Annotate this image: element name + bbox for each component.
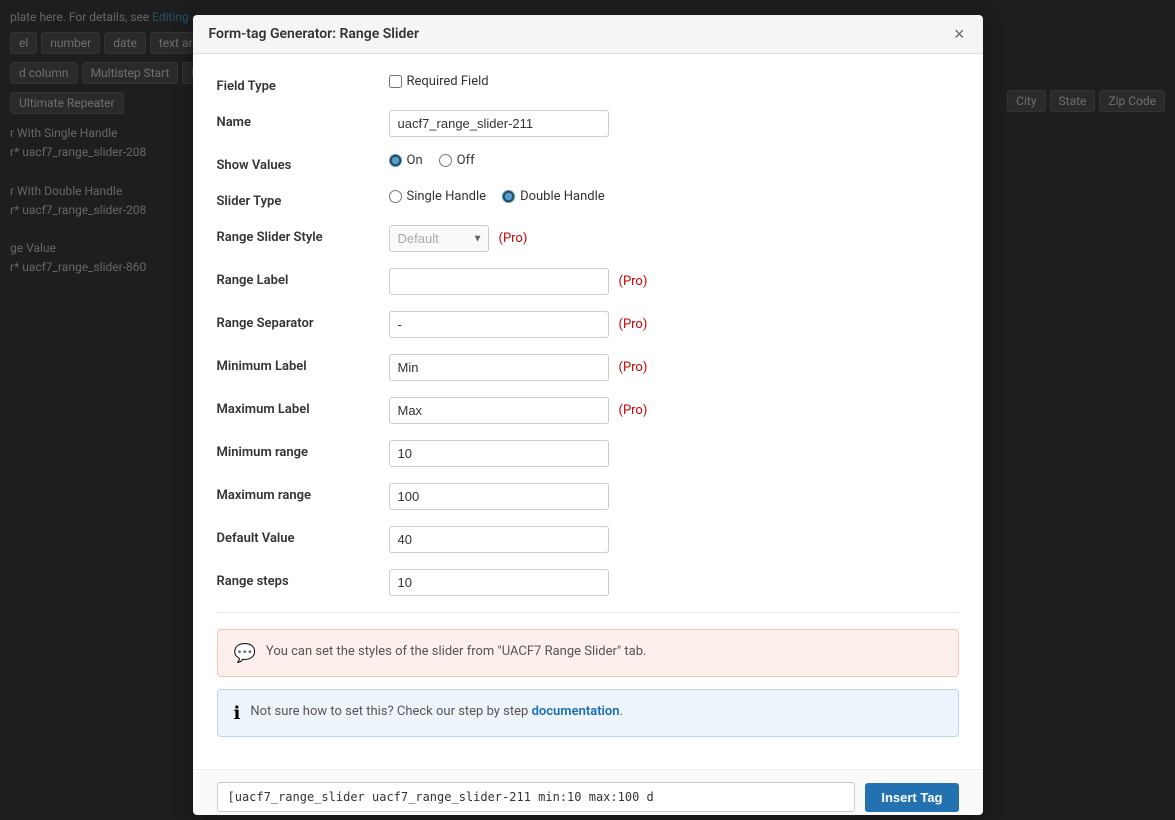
range-steps-control bbox=[389, 569, 959, 596]
range-separator-label: Range Separator bbox=[217, 311, 377, 331]
range-separator-row: Range Separator (Pro) bbox=[217, 311, 959, 338]
modal-footer: Insert Tag bbox=[193, 769, 983, 815]
style-select-wrapper: Default ▼ bbox=[389, 225, 489, 252]
show-values-on[interactable]: On bbox=[389, 153, 423, 168]
range-slider-style-row: Range Slider Style Default ▼ (Pro) bbox=[217, 225, 959, 252]
blue-info-text: Not sure how to set this? Check our step… bbox=[250, 702, 623, 722]
slider-type-row: Slider Type Single Handle Double Handle bbox=[217, 189, 959, 209]
default-value-control bbox=[389, 526, 959, 553]
name-label: Name bbox=[217, 110, 377, 130]
name-input[interactable] bbox=[389, 110, 609, 137]
modal-body: Field Type Required Field Name Show Valu… bbox=[193, 54, 983, 769]
show-values-off-label: Off bbox=[457, 153, 475, 168]
range-separator-input[interactable] bbox=[389, 311, 609, 338]
range-separator-control: (Pro) bbox=[389, 311, 959, 338]
minimum-label-pro-link[interactable]: (Pro) bbox=[619, 360, 648, 375]
range-label-input[interactable] bbox=[389, 268, 609, 295]
double-handle-radio[interactable] bbox=[502, 190, 515, 203]
double-handle-option[interactable]: Double Handle bbox=[502, 189, 605, 204]
show-values-control: On Off bbox=[389, 153, 959, 168]
slider-type-control: Single Handle Double Handle bbox=[389, 189, 959, 204]
show-values-on-radio[interactable] bbox=[389, 154, 402, 167]
maximum-range-control bbox=[389, 483, 959, 510]
close-button[interactable]: × bbox=[952, 25, 967, 43]
maximum-range-input[interactable] bbox=[389, 483, 609, 510]
chat-icon: 💬 bbox=[234, 643, 256, 664]
show-values-off-radio[interactable] bbox=[439, 154, 452, 167]
show-values-label: Show Values bbox=[217, 153, 377, 173]
slider-type-radio-group: Single Handle Double Handle bbox=[389, 189, 605, 204]
maximum-label-row: Maximum Label (Pro) bbox=[217, 397, 959, 424]
minimum-label-row: Minimum Label (Pro) bbox=[217, 354, 959, 381]
show-values-off[interactable]: Off bbox=[439, 153, 475, 168]
default-value-input[interactable] bbox=[389, 526, 609, 553]
show-values-on-label: On bbox=[407, 153, 423, 168]
range-label-label: Range Label bbox=[217, 268, 377, 288]
field-type-label: Field Type bbox=[217, 74, 377, 94]
range-steps-label: Range steps bbox=[217, 569, 377, 589]
modal-dialog: Form-tag Generator: Range Slider × Field… bbox=[193, 15, 983, 815]
range-label-pro-link[interactable]: (Pro) bbox=[619, 274, 648, 289]
default-value-label: Default Value bbox=[217, 526, 377, 546]
tag-output-input[interactable] bbox=[217, 782, 856, 812]
required-field-checkbox[interactable]: Required Field bbox=[389, 74, 489, 89]
maximum-range-row: Maximum range bbox=[217, 483, 959, 510]
range-steps-input[interactable] bbox=[389, 569, 609, 596]
maximum-label-pro-link[interactable]: (Pro) bbox=[619, 403, 648, 418]
single-handle-label: Single Handle bbox=[407, 189, 487, 204]
range-slider-style-label: Range Slider Style bbox=[217, 225, 377, 245]
documentation-link[interactable]: documentation bbox=[532, 704, 620, 719]
minimum-label-control: (Pro) bbox=[389, 354, 959, 381]
minimum-range-row: Minimum range bbox=[217, 440, 959, 467]
pink-info-text: You can set the styles of the slider fro… bbox=[266, 642, 647, 662]
range-label-row: Range Label (Pro) bbox=[217, 268, 959, 295]
minimum-range-label: Minimum range bbox=[217, 440, 377, 460]
blue-info-box: ℹ Not sure how to set this? Check our st… bbox=[217, 689, 959, 737]
maximum-label-label: Maximum Label bbox=[217, 397, 377, 417]
required-field-label: Required Field bbox=[407, 74, 489, 89]
field-type-control: Required Field bbox=[389, 74, 959, 89]
minimum-range-input[interactable] bbox=[389, 440, 609, 467]
minimum-label-input[interactable] bbox=[389, 354, 609, 381]
style-pro-link[interactable]: (Pro) bbox=[499, 231, 528, 246]
style-select[interactable]: Default bbox=[389, 225, 489, 252]
divider bbox=[217, 612, 959, 613]
minimum-label-label: Minimum Label bbox=[217, 354, 377, 374]
double-handle-label: Double Handle bbox=[520, 189, 605, 204]
range-label-control: (Pro) bbox=[389, 268, 959, 295]
default-value-row: Default Value bbox=[217, 526, 959, 553]
range-steps-row: Range steps bbox=[217, 569, 959, 596]
show-values-radio-group: On Off bbox=[389, 153, 475, 168]
range-separator-pro-link[interactable]: (Pro) bbox=[619, 317, 648, 332]
slider-type-label: Slider Type bbox=[217, 189, 377, 209]
range-slider-style-control: Default ▼ (Pro) bbox=[389, 225, 959, 252]
insert-tag-button[interactable]: Insert Tag bbox=[865, 783, 958, 812]
modal-title: Form-tag Generator: Range Slider bbox=[209, 26, 420, 42]
name-row: Name bbox=[217, 110, 959, 137]
single-handle-option[interactable]: Single Handle bbox=[389, 189, 487, 204]
maximum-range-label: Maximum range bbox=[217, 483, 377, 503]
info-icon: ℹ bbox=[234, 703, 241, 724]
maximum-label-control: (Pro) bbox=[389, 397, 959, 424]
maximum-label-input[interactable] bbox=[389, 397, 609, 424]
name-control bbox=[389, 110, 959, 137]
modal-header: Form-tag Generator: Range Slider × bbox=[193, 15, 983, 54]
single-handle-radio[interactable] bbox=[389, 190, 402, 203]
minimum-range-control bbox=[389, 440, 959, 467]
field-type-row: Field Type Required Field bbox=[217, 74, 959, 94]
show-values-row: Show Values On Off bbox=[217, 153, 959, 173]
pink-info-box: 💬 You can set the styles of the slider f… bbox=[217, 629, 959, 677]
required-field-input[interactable] bbox=[389, 75, 402, 88]
modal-overlay: Form-tag Generator: Range Slider × Field… bbox=[0, 0, 1175, 820]
